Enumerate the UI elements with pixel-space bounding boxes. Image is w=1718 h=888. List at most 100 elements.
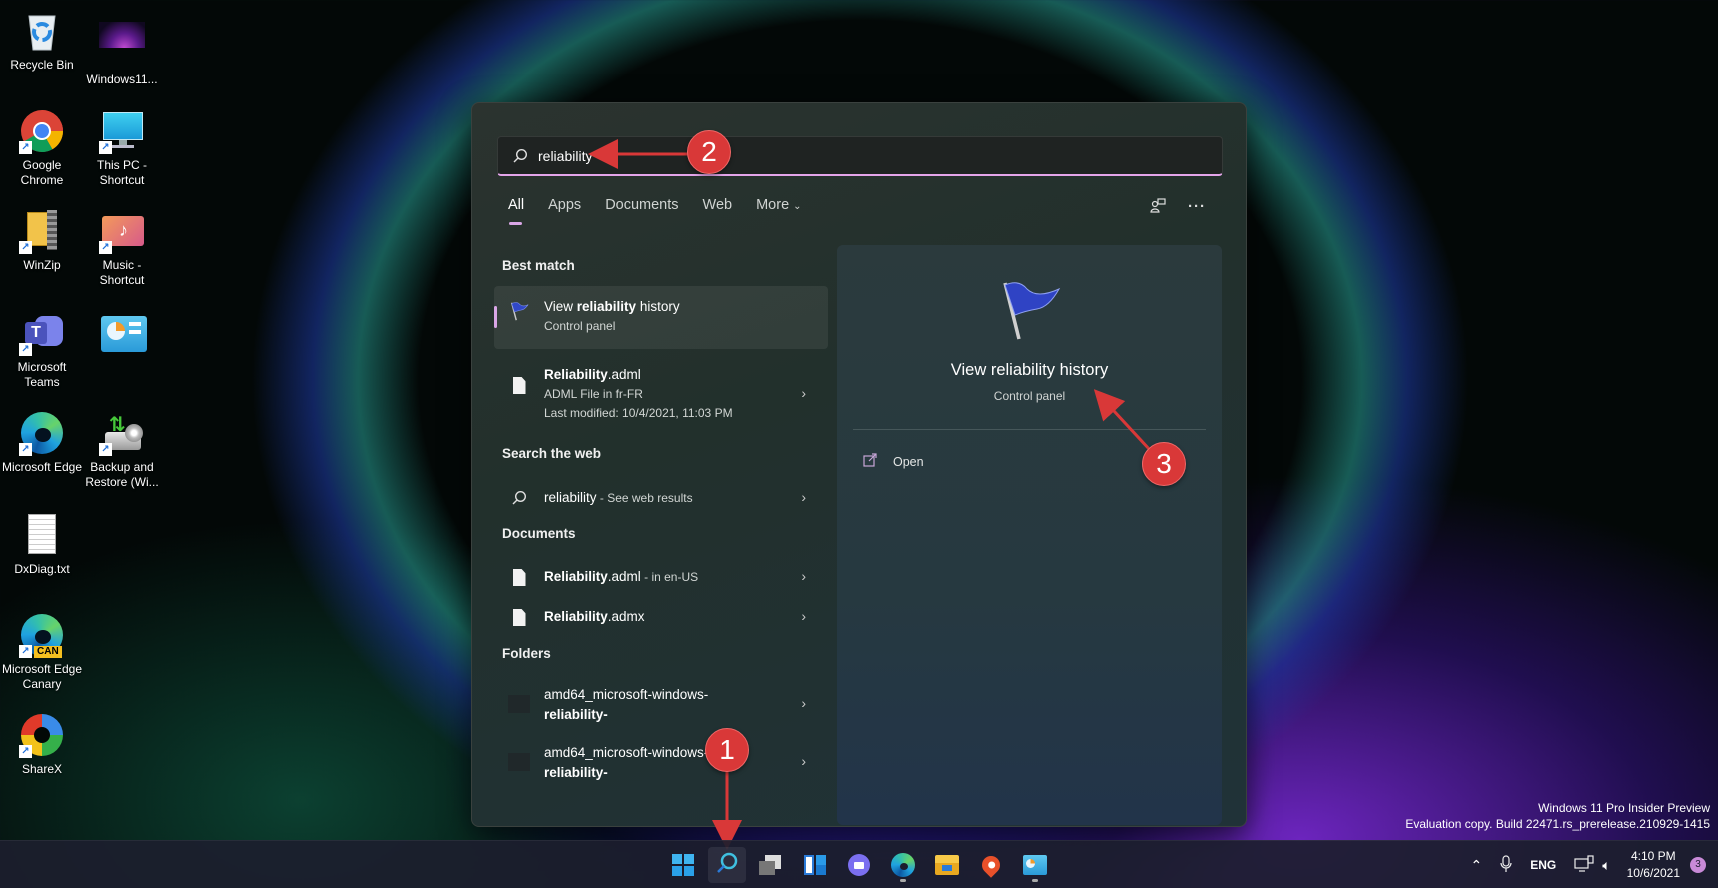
file-explorer-icon: [935, 855, 959, 875]
shortcut-arrow-icon: ↗: [19, 343, 32, 356]
monitor-icon: ↗: [99, 108, 145, 154]
shortcut-arrow-icon: ↗: [19, 645, 32, 658]
chevron-right-icon[interactable]: ›: [801, 385, 806, 401]
open-action[interactable]: Open: [863, 453, 924, 470]
edge-icon: [891, 853, 915, 877]
edge-taskbar-button[interactable]: [884, 847, 922, 883]
chevron-right-icon[interactable]: ›: [801, 568, 806, 584]
open-label: Open: [893, 454, 924, 469]
result-web-search[interactable]: reliability - See web results ›: [494, 483, 828, 517]
file-explorer-button[interactable]: [928, 847, 966, 883]
desktop-icon-label: This PC - Shortcut: [96, 158, 147, 187]
tab-all[interactable]: All: [508, 197, 524, 225]
result-folder[interactable]: amd64_microsoft-windows- reliability- ›: [494, 681, 828, 729]
shortcut-arrow-icon: ↗: [19, 241, 32, 254]
clock[interactable]: 4:10 PM 10/6/2021: [1627, 848, 1680, 882]
annotation-marker-3: 3: [1142, 442, 1186, 486]
language-indicator[interactable]: ENG: [1530, 858, 1556, 872]
result-best-match[interactable]: View reliability history Control panel: [494, 286, 828, 349]
teams-icon: T ↗: [19, 310, 65, 356]
tab-apps[interactable]: Apps: [548, 197, 581, 213]
desktop-icon-edge[interactable]: ↗ Microsoft Edge: [0, 410, 84, 475]
result-document[interactable]: Reliability.admx ›: [494, 601, 828, 637]
widgets-button[interactable]: [796, 847, 834, 883]
open-external-icon: [863, 453, 877, 470]
flag-icon: [508, 299, 530, 323]
result-modified: Last modified: 10/4/2021, 11:03 PM: [544, 406, 733, 420]
desktop-icon-sharex[interactable]: ↗ ShareX: [0, 712, 84, 777]
flag-icon: [997, 279, 1063, 348]
volume-icon[interactable]: 🔈︎: [1602, 857, 1610, 874]
desktop-icon-label: Backup and Restore (Wi...: [85, 460, 159, 489]
running-indicator: [900, 879, 906, 882]
desktop-icon-chrome[interactable]: ↗ Google Chrome: [0, 108, 84, 188]
preview-title: View reliability history: [950, 361, 1109, 379]
result-title: Reliability.adml: [544, 367, 641, 382]
result-document[interactable]: Reliability.adml - in en-US ›: [494, 561, 828, 597]
desktop-icon-control-panel[interactable]: [80, 310, 164, 360]
desktop-icon-windows11[interactable]: Windows11...: [80, 8, 164, 87]
task-view-button[interactable]: [752, 847, 790, 883]
annotation-marker-2: 2: [687, 130, 731, 174]
chevron-right-icon[interactable]: ›: [801, 695, 806, 711]
search-box[interactable]: [497, 136, 1223, 176]
desktop-icon-backup[interactable]: ⇅ ↗ Backup and Restore (Wi...: [80, 410, 164, 490]
show-hidden-icons-chevron[interactable]: ⌃: [1470, 857, 1482, 874]
microphone-icon[interactable]: [1500, 854, 1512, 876]
shortcut-arrow-icon: ↗: [19, 745, 32, 758]
chevron-right-icon[interactable]: ›: [801, 608, 806, 624]
section-best-match: Best match: [502, 258, 575, 273]
edge-icon: ↗: [19, 410, 65, 456]
section-folders: Folders: [502, 646, 551, 661]
folder-icon: [508, 753, 530, 771]
clock-date: 10/6/2021: [1626, 866, 1680, 880]
desktop-icon-recycle-bin[interactable]: Recycle Bin: [0, 8, 84, 73]
desktop-icon-label: WinZip: [23, 258, 61, 272]
result-folder[interactable]: amd64_microsoft-windows- reliability- ›: [494, 739, 828, 787]
result-reliability-adml-fr[interactable]: Reliability.adml ADML File in fr-FR Last…: [494, 365, 828, 427]
start-button[interactable]: [664, 847, 702, 883]
notification-badge[interactable]: 3: [1690, 857, 1706, 873]
maps-button[interactable]: [972, 847, 1010, 883]
network-icon[interactable]: [1574, 854, 1594, 876]
tab-web[interactable]: Web: [703, 197, 733, 213]
shortcut-arrow-icon: ↗: [19, 141, 32, 154]
desktop-icon-this-pc[interactable]: ↗ This PC - Shortcut: [80, 108, 164, 188]
control-panel-taskbar-button[interactable]: [1016, 847, 1054, 883]
desktop-icon-teams[interactable]: T ↗ Microsoft Teams: [0, 310, 84, 390]
preview-subtitle: Control panel: [993, 389, 1066, 403]
chevron-right-icon[interactable]: ›: [801, 753, 806, 769]
desktop-icon-dxdiag[interactable]: DxDiag.txt: [0, 512, 84, 577]
desktop-icon-label: Microsoft Edge Canary: [1, 662, 83, 691]
desktop-icon-winzip[interactable]: ↗ WinZip: [0, 208, 84, 273]
system-tray: ⌃ ENG 🔈︎ 4:10 PM 10/6/2021 3: [1470, 841, 1718, 888]
result-location: ADML File in fr-FR: [544, 387, 643, 401]
taskbar-search-button[interactable]: [708, 847, 746, 883]
chevron-right-icon[interactable]: ›: [801, 489, 806, 505]
section-documents: Documents: [502, 526, 576, 541]
desktop-icon-music[interactable]: ♪ ↗ Music - Shortcut: [80, 208, 164, 288]
annotation-marker-1: 1: [705, 728, 749, 772]
desktop-icon-label: DxDiag.txt: [14, 562, 70, 576]
teams-chat-button[interactable]: [840, 847, 878, 883]
result-subtitle: Control panel: [544, 319, 616, 333]
control-panel-icon: [99, 310, 147, 356]
tab-documents[interactable]: Documents: [605, 197, 678, 213]
shortcut-arrow-icon: ↗: [99, 241, 112, 254]
search-input[interactable]: [538, 147, 1138, 164]
canary-badge: CAN: [34, 646, 62, 658]
document-icon: [508, 609, 530, 626]
result-title: View reliability history: [544, 299, 680, 314]
tab-more[interactable]: More ⌄: [756, 197, 801, 213]
more-options-icon[interactable]: ···: [1188, 198, 1206, 218]
recycle-bin-icon: [19, 8, 65, 54]
desktop-icon-label: ShareX: [21, 762, 63, 776]
desktop-icon-label: Music - Shortcut: [99, 258, 145, 287]
account-switch-icon[interactable]: [1150, 198, 1166, 218]
desktop-icon-label: Microsoft Teams: [17, 360, 67, 389]
sharex-icon: ↗: [19, 712, 65, 758]
taskbar: ⌃ ENG 🔈︎ 4:10 PM 10/6/2021 3: [0, 840, 1718, 888]
desktop-icon-label: Recycle Bin: [10, 58, 74, 72]
desktop-icon-edge-canary[interactable]: CAN ↗ Microsoft Edge Canary: [0, 612, 84, 692]
winzip-icon: ↗: [19, 208, 65, 254]
